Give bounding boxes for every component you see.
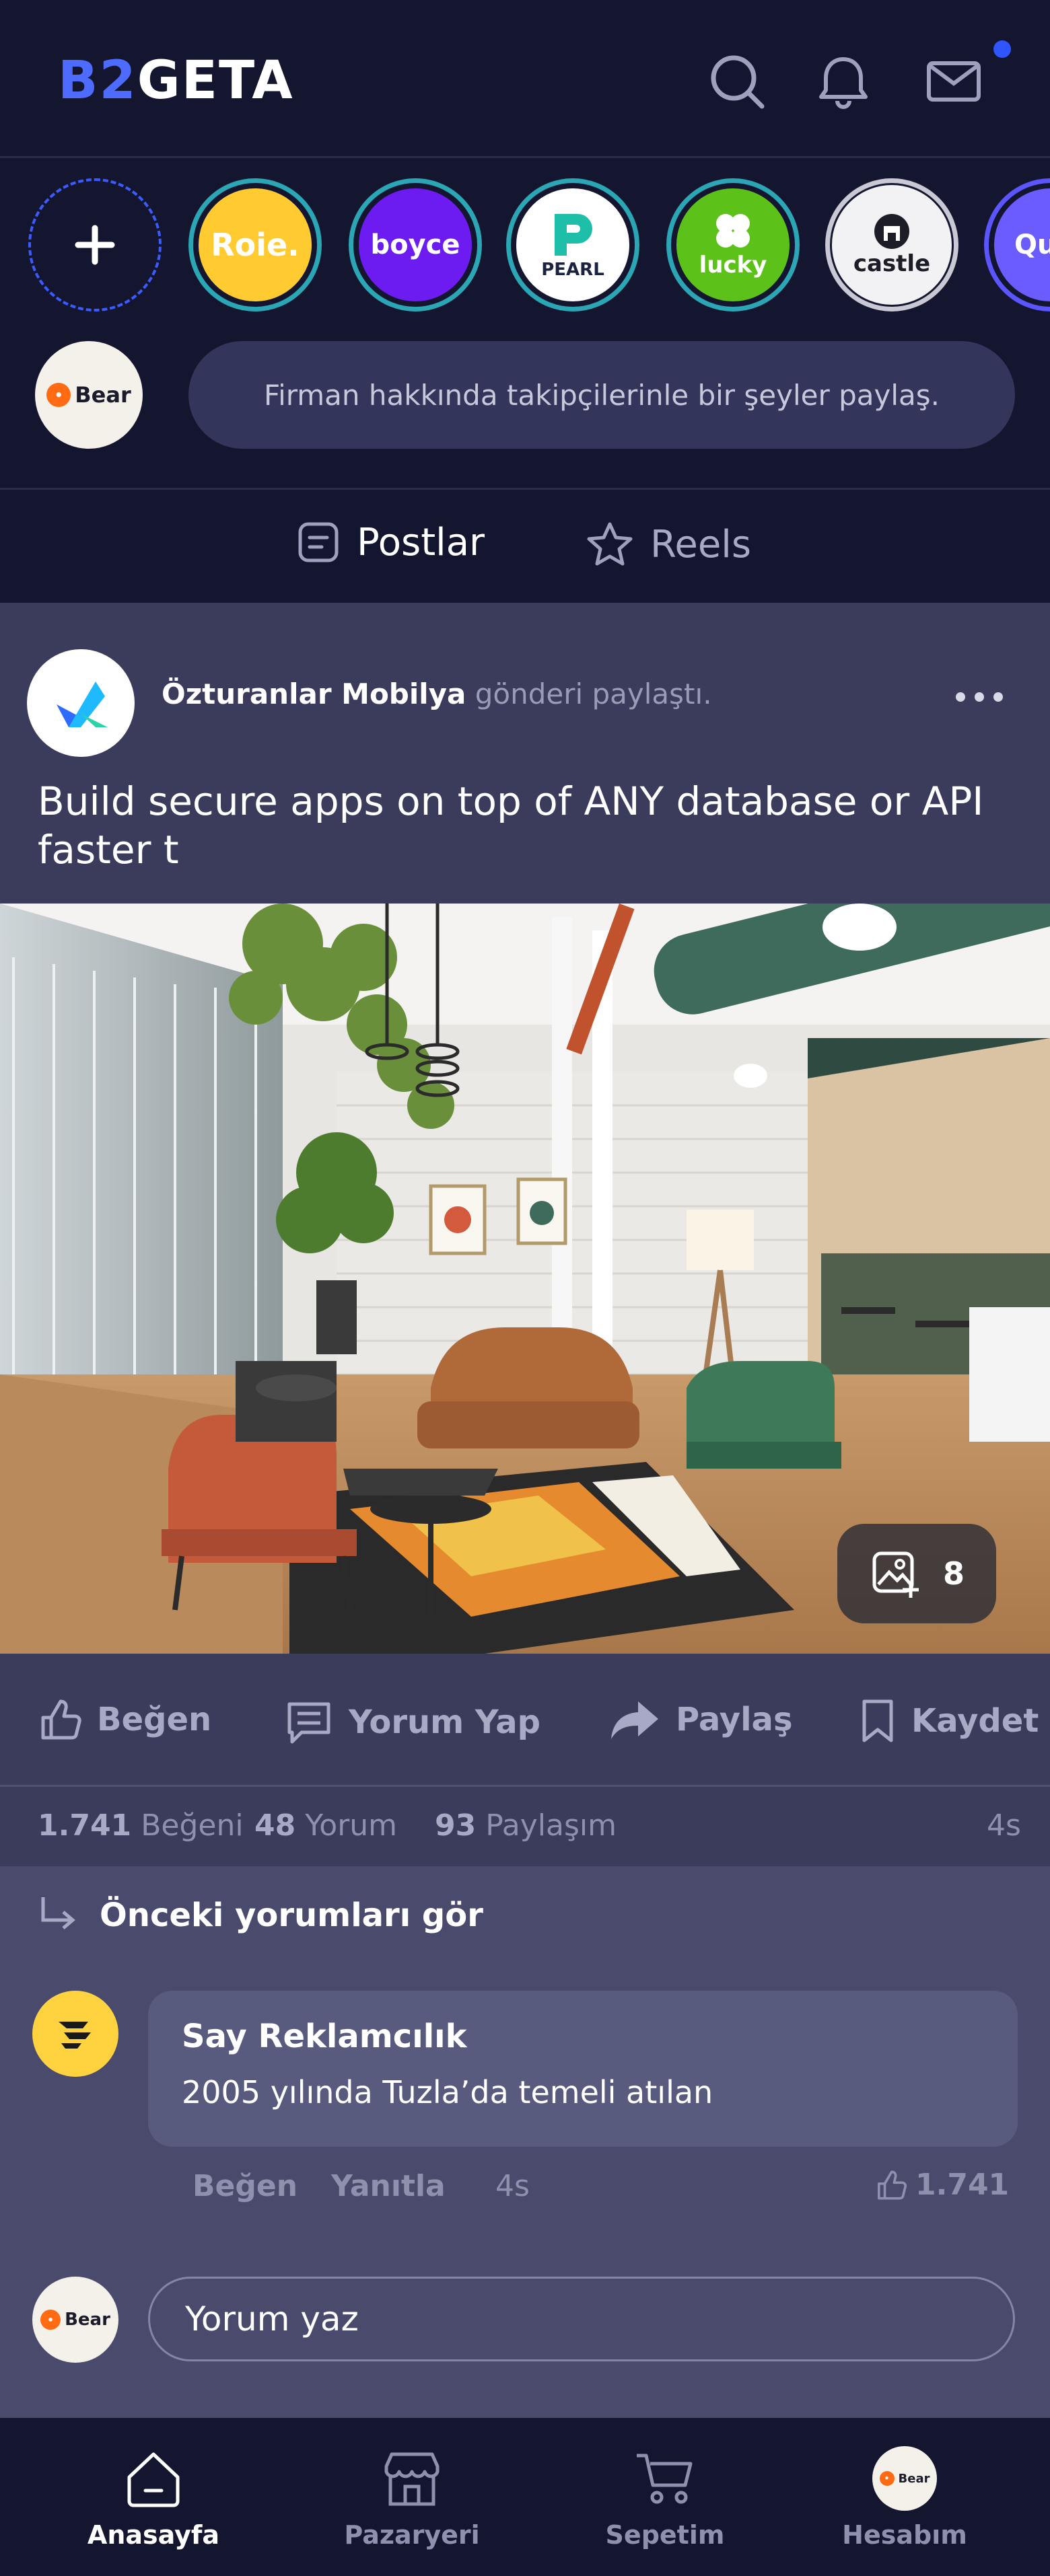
bookmark-icon — [862, 1699, 893, 1742]
pearl-logo-icon — [555, 214, 592, 256]
comment-author[interactable]: Say Reklamcılık — [182, 2018, 467, 2055]
post-time: 4s — [987, 1808, 1021, 1843]
story-pearl[interactable]: PEARL — [506, 178, 639, 311]
comment-reply-button[interactable]: Yanıtla — [331, 2169, 446, 2203]
castle-icon — [874, 214, 909, 249]
share-icon — [611, 1701, 658, 1739]
comment-like-button[interactable]: Beğen — [193, 2169, 298, 2203]
comment-like-count[interactable]: 1.741 — [875, 2168, 1009, 2202]
plus-icon — [75, 225, 115, 265]
photo-count-badge[interactable]: 8 — [837, 1524, 996, 1623]
nav-hesabim[interactable]: • Bear Hesabım — [817, 2446, 992, 2550]
feed-tabs: Postlar Reels — [0, 490, 1050, 603]
thumbs-up-icon — [41, 1699, 81, 1740]
nav-sepetim[interactable]: Sepetim — [578, 2446, 753, 2550]
tab-reels[interactable]: Reels — [586, 520, 751, 568]
star-icon — [587, 522, 633, 566]
more-options-icon[interactable] — [956, 692, 1003, 702]
share-button[interactable]: Paylaş — [608, 1697, 793, 1742]
author-logo-icon — [57, 682, 108, 727]
comment-time: 4s — [495, 2169, 530, 2203]
post-stats: 1.741 Beğeni 48 Yorum 93 Paylaşım 4s — [0, 1787, 1050, 1866]
nav-anasayfa[interactable]: Anasayfa — [66, 2446, 241, 2550]
post-text: Build secure apps on top of ANY database… — [38, 778, 984, 873]
avatar: • Bear — [872, 2446, 937, 2511]
comment-button[interactable]: Yorum Yap — [284, 1697, 540, 1747]
reply-arrow-icon — [41, 1897, 75, 1929]
tab-postlar[interactable]: Postlar — [296, 520, 485, 564]
bear-logo-icon: • — [40, 2310, 61, 2330]
notification-dot — [993, 40, 1011, 58]
bell-icon[interactable] — [813, 51, 874, 112]
bear-logo-icon: • — [46, 383, 71, 407]
like-button[interactable]: Beğen — [38, 1697, 211, 1742]
bear-logo-icon: • — [879, 2471, 895, 2486]
stories-bar: Roie. boyce PEARL lucky castle Qu — [0, 158, 1050, 490]
top-bar: B2GETA — [0, 0, 1050, 158]
shares-stat[interactable]: 93 Paylaşım — [435, 1808, 617, 1843]
comment-text: 2005 yılında Tuzla’da temeli atılan — [182, 2074, 713, 2110]
store-icon — [384, 2452, 440, 2506]
add-photo-icon — [872, 1551, 919, 1598]
composer-input[interactable]: Firman hakkında takipçilerinle bir şeyle… — [188, 341, 1015, 449]
save-button[interactable]: Kaydet — [859, 1697, 1039, 1744]
story-castle[interactable]: castle — [825, 178, 958, 311]
comments-stat[interactable]: 48 Yorum — [254, 1808, 397, 1843]
home-icon — [127, 2452, 180, 2507]
mail-icon[interactable] — [923, 51, 984, 112]
thumbs-up-icon — [878, 2170, 907, 2199]
document-icon — [298, 522, 339, 562]
post-header: Özturanlar Mobilya gönderi paylaştı. — [162, 677, 712, 710]
author-avatar[interactable] — [27, 649, 135, 757]
composer-avatar[interactable]: • Bear — [35, 341, 143, 449]
comment-bubble: Say Reklamcılık 2005 yılında Tuzla’da te… — [148, 1991, 1018, 2147]
comment-icon — [287, 1702, 330, 1744]
app-logo[interactable]: B2GETA — [58, 54, 294, 108]
nav-pazaryeri[interactable]: Pazaryeri — [324, 2446, 499, 2550]
search-icon[interactable] — [707, 51, 767, 112]
cart-icon — [637, 2454, 693, 2504]
post-author[interactable]: Özturanlar Mobilya — [162, 677, 466, 710]
comments-section: Önceki yorumları gör Say Reklamcılık 200… — [0, 1866, 1050, 2418]
previous-comments-link[interactable]: Önceki yorumları gör — [35, 1893, 483, 1938]
story-qu[interactable]: Qu — [984, 178, 1050, 311]
reply-avatar[interactable]: • Bear — [32, 2277, 118, 2363]
clover-icon — [716, 214, 750, 248]
likes-stat[interactable]: 1.741 Beğeni — [38, 1808, 244, 1843]
add-story-button[interactable] — [28, 178, 162, 311]
app-root: B2GETA Roie. boyce PEARL lucky castle Q … — [0, 0, 1050, 2576]
story-boyce[interactable]: boyce — [349, 178, 482, 311]
commenter-avatar[interactable] — [32, 1991, 118, 2077]
comment-input[interactable]: Yorum yaz — [148, 2277, 1015, 2361]
post-action: gönderi paylaştı. — [475, 677, 712, 710]
say-logo-icon — [59, 2022, 91, 2049]
story-roie[interactable]: Roie. — [188, 178, 322, 311]
post-actions: Beğen Yorum Yap Paylaş Kaydet — [0, 1654, 1050, 1787]
story-lucky[interactable]: lucky — [666, 178, 800, 311]
bottom-navigation: Anasayfa Pazaryeri Sepetim • Bear Hesabım — [0, 2418, 1050, 2576]
